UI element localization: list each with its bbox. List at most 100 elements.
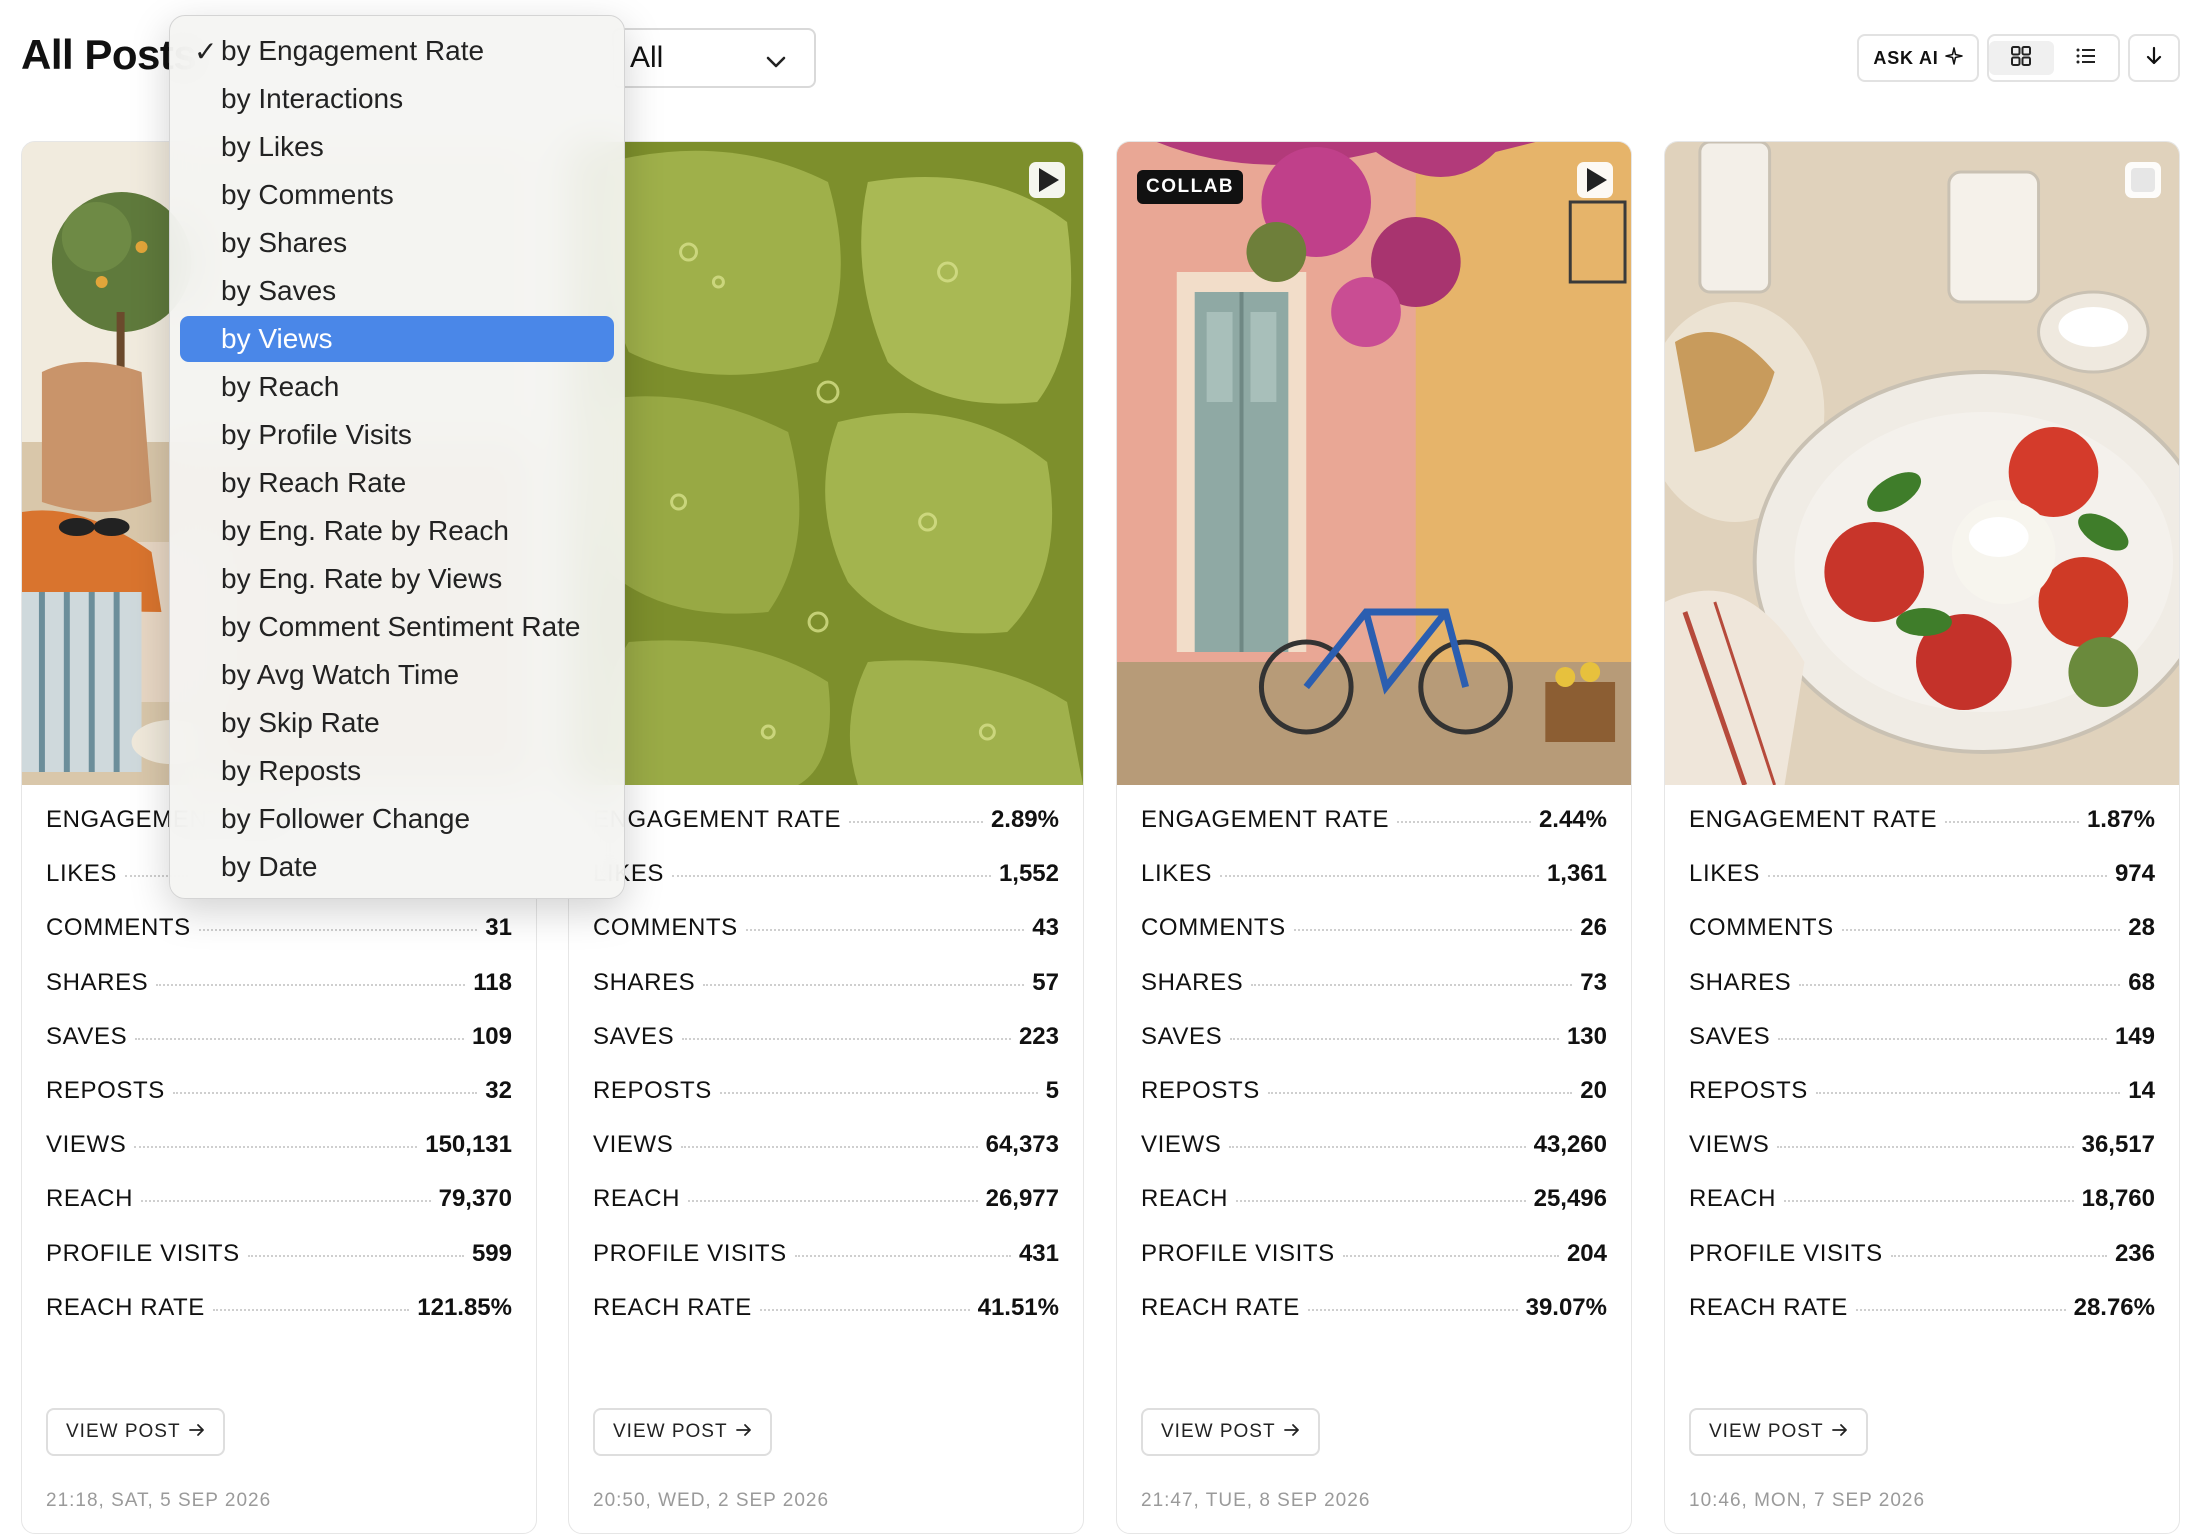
view-post-label: VIEW POST	[66, 1421, 181, 1442]
stat-row: SHARES 73	[1141, 969, 1607, 1023]
stat-value: 43	[1032, 914, 1059, 942]
view-post-button[interactable]: VIEW POST	[1689, 1408, 1868, 1456]
view-post-button[interactable]: VIEW POST	[1141, 1408, 1320, 1456]
stat-label: COMMENTS	[1689, 914, 1834, 942]
stat-row: REACH 18,760	[1689, 1185, 2155, 1239]
stat-label: REACH RATE	[593, 1293, 752, 1321]
stat-value: 68	[2128, 968, 2155, 996]
sparkle-icon	[1944, 46, 1963, 70]
stat-row: PROFILE VISITS 599	[46, 1240, 512, 1294]
view-post-button[interactable]: VIEW POST	[593, 1408, 772, 1456]
stat-row: SHARES 118	[46, 969, 512, 1023]
list-view-button[interactable]	[2054, 41, 2119, 75]
stat-value: 1.87%	[2086, 806, 2155, 833]
menu-item-profile-visits[interactable]: by Profile Visits	[180, 412, 614, 458]
stat-label: PROFILE VISITS	[46, 1239, 240, 1267]
stat-label: PROFILE VISITS	[593, 1239, 787, 1267]
menu-item-skip-rate[interactable]: by Skip Rate	[180, 700, 614, 746]
stat-value: 32	[485, 1076, 512, 1104]
stat-label: COMMENTS	[593, 914, 738, 942]
stat-label: REACH RATE	[46, 1293, 205, 1321]
menu-item-eng-rate-by-reach[interactable]: by Eng. Rate by Reach	[180, 508, 614, 554]
stat-value: 109	[471, 1022, 512, 1050]
menu-item-interactions[interactable]: by Interactions	[180, 76, 614, 122]
stat-row: COMMENTS 26	[1141, 914, 1607, 968]
grid-icon	[2010, 45, 2032, 72]
stat-label: VIEWS	[1689, 1131, 1770, 1159]
post-thumbnail[interactable]: COLLAB	[1117, 142, 1631, 785]
post-stats: ENGAGEMENT RATE 1.87% LIKES 974 COMMENTS 28…	[1689, 806, 2155, 1348]
stat-row: PROFILE VISITS 431	[593, 1240, 1059, 1294]
post-card: COLLAB ENGAGEMENT RATE 2.44% LIKES 1,361 C…	[1116, 141, 1632, 1534]
ask-ai-label: ASK AI	[1873, 47, 1939, 68]
menu-item-reach[interactable]: by Reach	[180, 364, 614, 410]
stat-value: 31	[485, 914, 512, 942]
post-thumbnail[interactable]	[1665, 142, 2179, 785]
menu-item-shares[interactable]: by Shares	[180, 220, 614, 266]
stat-row: VIEWS 150,131	[46, 1131, 512, 1185]
menu-item-date[interactable]: by Date	[180, 844, 614, 890]
post-type-filter[interactable]: All	[612, 28, 816, 88]
post-card: ENGAGEMENT RATE 1.87% LIKES 974 COMMENTS 28…	[1664, 141, 2180, 1534]
stat-label: REPOSTS	[1141, 1076, 1260, 1104]
post-stats: ENGAGEMENT RATE 2.44% LIKES 1,361 COMMENTS…	[1141, 806, 1607, 1348]
stat-row: ENGAGEMENT RATE 2.89%	[593, 806, 1059, 860]
grid-view-button[interactable]	[1989, 41, 2054, 75]
menu-item-eng-rate-by-views[interactable]: by Eng. Rate by Views	[180, 556, 614, 602]
stat-value: 41.51%	[977, 1293, 1059, 1321]
stat-row: REPOSTS 32	[46, 1077, 512, 1131]
menu-item-saves[interactable]: by Saves	[180, 268, 614, 314]
stat-label: REACH	[1689, 1185, 1777, 1213]
stat-row: REPOSTS 5	[593, 1077, 1059, 1131]
sort-direction-button[interactable]	[2128, 34, 2180, 82]
post-thumbnail[interactable]	[569, 142, 1083, 785]
stat-label: SAVES	[46, 1022, 128, 1050]
stat-value: 149	[2114, 1022, 2155, 1050]
stat-row: SAVES 130	[1141, 1023, 1607, 1077]
stat-row: COMMENTS 43	[593, 914, 1059, 968]
menu-item-follower-change[interactable]: by Follower Change	[180, 796, 614, 842]
play-icon	[1577, 162, 1613, 198]
menu-item-views[interactable]: by Views	[180, 316, 614, 362]
stat-value: 431	[1018, 1239, 1059, 1267]
stat-value: 1,361	[1546, 860, 1607, 888]
post-card: ENGAGEMENT RATE 2.89% LIKES 1,552 COMMENTS…	[568, 141, 1084, 1534]
stat-value: 26	[1580, 914, 1607, 942]
view-mode-toggle[interactable]	[1987, 34, 2120, 82]
post-date: 10:46, MON, 7 SEP 2026	[1689, 1490, 1926, 1511]
menu-item-reach-rate[interactable]: by Reach Rate	[180, 460, 614, 506]
play-icon	[1029, 162, 1065, 198]
stat-label: ENGAGEMENT RATE	[593, 806, 842, 833]
stat-row: LIKES 1,552	[593, 860, 1059, 914]
stat-label: REACH RATE	[1689, 1293, 1848, 1321]
stat-label: ENGAGEMENT RATE	[1141, 806, 1390, 833]
menu-item-likes[interactable]: by Likes	[180, 124, 614, 170]
stat-value: 121.85%	[417, 1293, 512, 1321]
stat-label: PROFILE VISITS	[1141, 1239, 1335, 1267]
stat-row: REACH RATE 39.07%	[1141, 1294, 1607, 1348]
stat-label: REACH	[593, 1185, 681, 1213]
stat-label: VIEWS	[46, 1131, 127, 1159]
menu-item-engagement-rate[interactable]: ✓ by Engagement Rate	[180, 28, 614, 74]
stat-value: 14	[2128, 1076, 2155, 1104]
arrow-right-icon	[1831, 1421, 1848, 1443]
stat-value: 1,552	[998, 860, 1059, 888]
menu-item-avg-watch-time[interactable]: by Avg Watch Time	[180, 652, 614, 698]
stat-row: REACH 79,370	[46, 1185, 512, 1239]
menu-item-comments[interactable]: by Comments	[180, 172, 614, 218]
stat-value: 26,977	[985, 1185, 1059, 1213]
menu-item-reposts[interactable]: by Reposts	[180, 748, 614, 794]
stat-label: REPOSTS	[1689, 1076, 1808, 1104]
stat-label: SHARES	[46, 968, 149, 996]
stat-label: SHARES	[1689, 968, 1792, 996]
stat-row: VIEWS 36,517	[1689, 1131, 2155, 1185]
checkmark-icon: ✓	[194, 35, 218, 67]
stat-row: REACH RATE 28.76%	[1689, 1294, 2155, 1348]
view-post-label: VIEW POST	[1161, 1421, 1276, 1442]
menu-item-comment-sentiment-rate[interactable]: by Comment Sentiment Rate	[180, 604, 614, 650]
ask-ai-button[interactable]: ASK AI	[1857, 34, 1979, 82]
stat-row: SHARES 57	[593, 969, 1059, 1023]
view-post-button[interactable]: VIEW POST	[46, 1408, 225, 1456]
carousel-icon	[2125, 162, 2161, 198]
view-post-label: VIEW POST	[1709, 1421, 1824, 1442]
